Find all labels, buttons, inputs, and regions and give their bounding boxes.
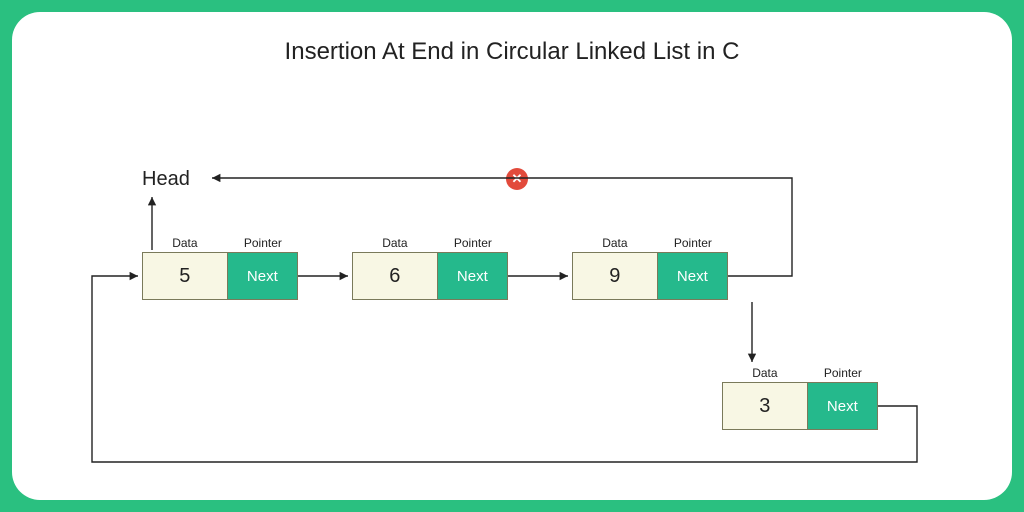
node-data-cell: 9	[573, 253, 658, 299]
node-pointer-header: Pointer	[228, 236, 298, 250]
node-pointer-header: Pointer	[438, 236, 508, 250]
node-pointer-header: Pointer	[808, 366, 878, 380]
node-data-cell: 5	[143, 253, 228, 299]
node-data-header: Data	[722, 366, 808, 380]
node-3: Data Pointer 9 Next	[572, 236, 728, 300]
node-data-header: Data	[572, 236, 658, 250]
node-1: Data Pointer 5 Next	[142, 236, 298, 300]
node-pointer-cell: Next	[808, 383, 877, 429]
node-4: Data Pointer 3 Next	[722, 366, 878, 430]
node-data-header: Data	[142, 236, 228, 250]
close-icon: ✕	[506, 168, 528, 190]
head-label: Head	[142, 168, 190, 191]
node-pointer-cell: Next	[438, 253, 507, 299]
node-pointer-cell: Next	[228, 253, 297, 299]
node-pointer-header: Pointer	[658, 236, 728, 250]
node-data-header: Data	[352, 236, 438, 250]
node-2: Data Pointer 6 Next	[352, 236, 508, 300]
diagram-title: Insertion At End in Circular Linked List…	[12, 38, 1012, 66]
diagram-canvas: Insertion At End in Circular Linked List…	[12, 12, 1012, 500]
node-data-cell: 6	[353, 253, 438, 299]
node-pointer-cell: Next	[658, 253, 727, 299]
node-data-cell: 3	[723, 383, 808, 429]
